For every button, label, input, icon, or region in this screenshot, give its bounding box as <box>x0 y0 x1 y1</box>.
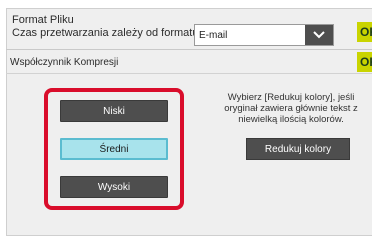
file-format-label: Format Pliku <box>12 14 74 26</box>
file-format-value: E-mail <box>199 30 228 41</box>
file-format-select[interactable]: E-mail <box>194 24 334 46</box>
dropdown-button[interactable] <box>305 25 333 45</box>
divider <box>6 49 372 50</box>
processing-time-note: Czas przetwarzania zależy od formatu. <box>12 27 202 39</box>
reduce-colors-button[interactable]: Redukuj kolory <box>246 138 350 160</box>
compression-ratio-label: Współczynnik Kompresji <box>10 57 119 68</box>
ok-button-compression[interactable]: OK <box>357 52 372 72</box>
compression-option-low[interactable]: Niski <box>60 100 168 122</box>
ok-button-format[interactable]: OK <box>357 22 372 42</box>
compression-option-medium[interactable]: Średni <box>60 138 168 160</box>
compression-option-high[interactable]: Wysoki <box>60 176 168 198</box>
reduce-colors-help-text: Wybierz [Redukuj kolory], jeśli oryginał… <box>224 92 358 125</box>
chevron-down-icon <box>313 31 325 39</box>
divider <box>6 73 372 74</box>
